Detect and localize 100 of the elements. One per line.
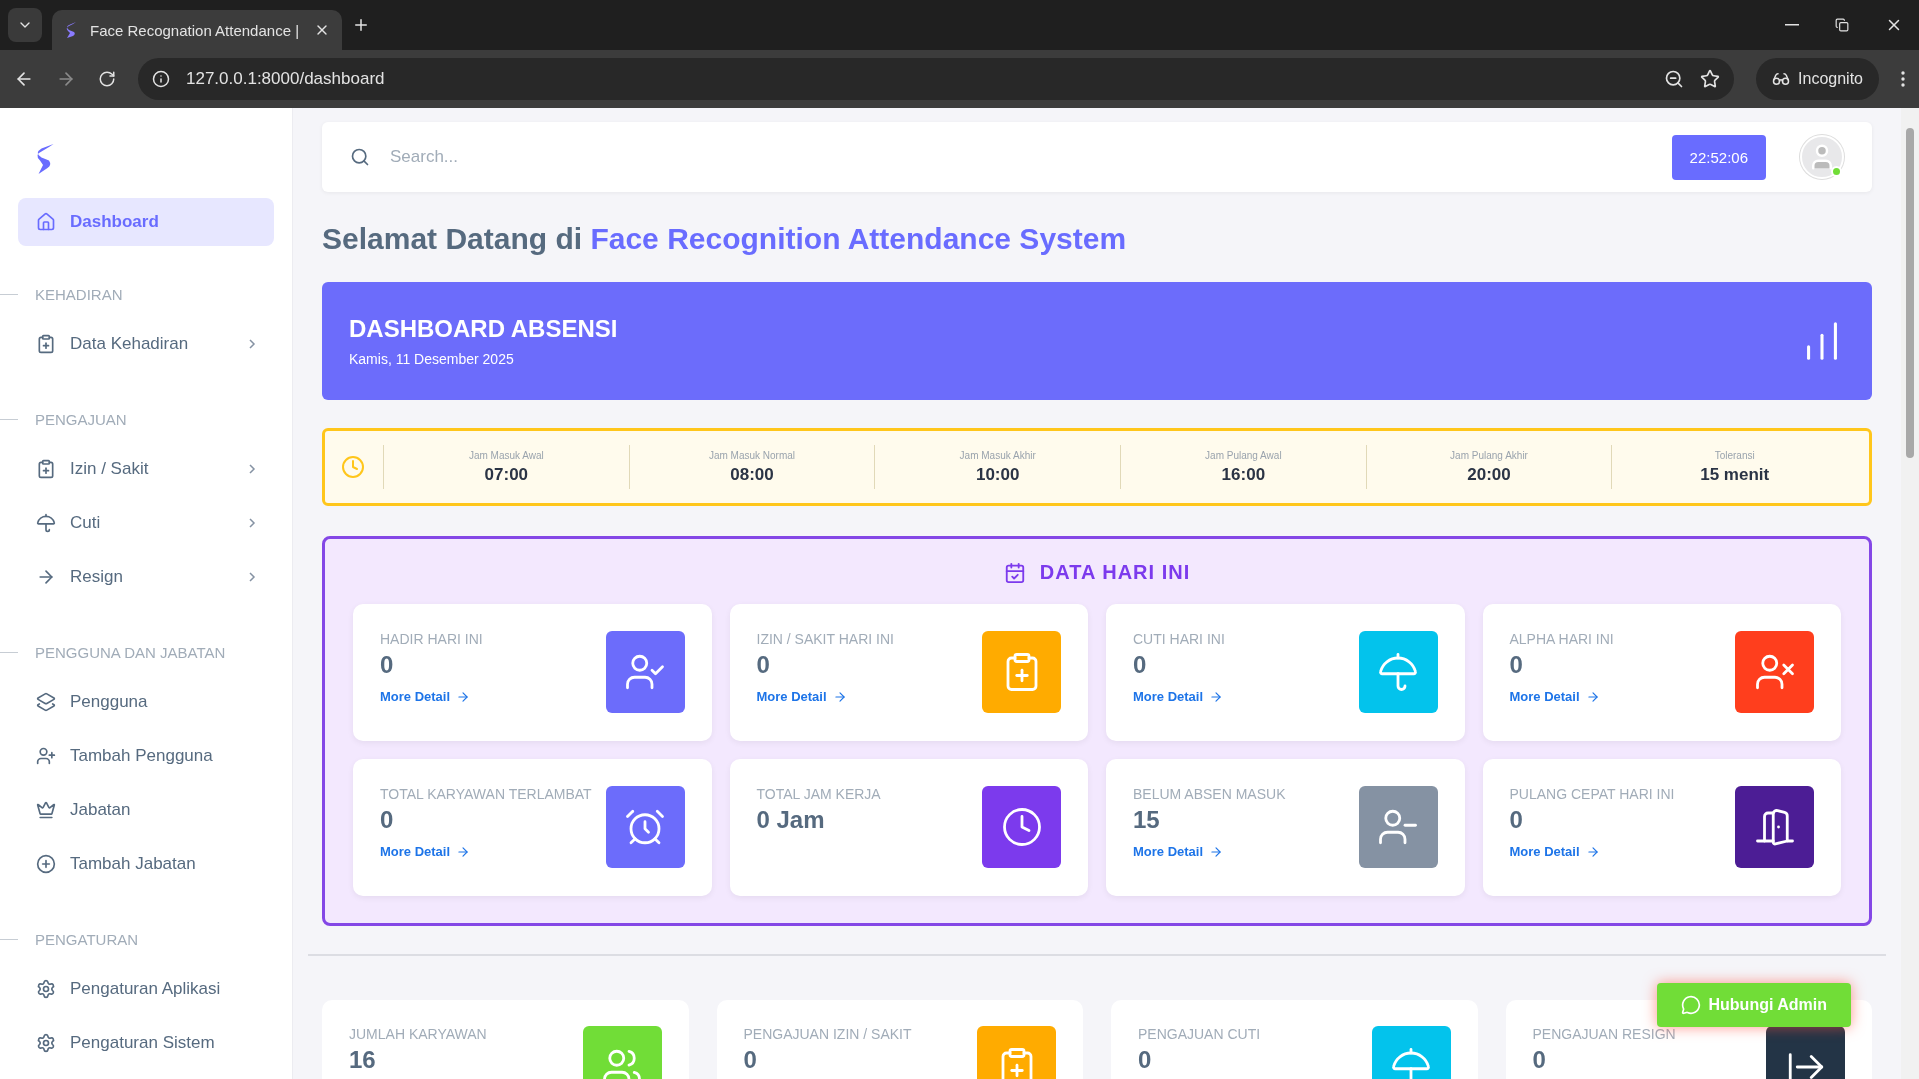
sidebar-item[interactable]: Dashboard (18, 198, 274, 246)
schedule-value: 20:00 (1466, 464, 1512, 485)
stat-label: IZIN / SAKIT HARI INI (756, 631, 895, 647)
panel-title: DATA HARI INI (1039, 561, 1191, 584)
stat-value: 15 (1133, 806, 1161, 834)
arrow-right-icon (832, 689, 847, 704)
sidebar-item[interactable]: Tambah Pengguna (18, 729, 274, 783)
scrollbar[interactable] (1901, 108, 1919, 1079)
section-heading: PENGAJUAN (35, 411, 127, 428)
schedule-value: 16:00 (1220, 464, 1267, 485)
more-detail-link[interactable]: More Detail (380, 844, 471, 859)
clock-icon (341, 455, 365, 479)
schedule-label: Jam Masuk Normal (707, 449, 797, 461)
plus-circle-icon (36, 854, 56, 874)
summary-label: PENGAJUAN RESIGN (1532, 1026, 1677, 1042)
arrow-right-icon (1585, 844, 1600, 859)
stat-value: 0 (1509, 651, 1524, 679)
info-icon (152, 70, 170, 88)
sidebar-item[interactable]: Jabatan (18, 783, 274, 837)
minimize-icon (1785, 24, 1799, 26)
summary-label: JUMLAH KARYAWAN (349, 1026, 488, 1042)
summary-label: PENGAJUAN IZIN / SAKIT (743, 1026, 913, 1042)
schedule-label: Jam Masuk Akhir (958, 449, 1037, 461)
more-detail-link[interactable]: More Detail (1509, 689, 1600, 704)
address-bar[interactable]: 127.0.0.1:8000/dashboard (138, 58, 1735, 100)
sidebar-item[interactable]: Data Kehadiran (18, 317, 274, 371)
stat-value: 0 (1133, 651, 1148, 679)
restore-icon (1835, 18, 1849, 32)
schedule-value: 15 menit (1699, 464, 1771, 485)
sidebar-item[interactable]: Pengaturan Aplikasi (18, 962, 274, 1016)
stat-label: CUTI HARI INI (1133, 631, 1226, 647)
sidebar-item[interactable]: Tambah Jabatan (18, 837, 274, 891)
schedule-value: 07:00 (483, 464, 530, 485)
arrow-right-icon (456, 689, 471, 704)
search-bar[interactable]: Search... 22:52:06 (322, 122, 1872, 192)
more-detail-link[interactable]: More Detail (1509, 844, 1600, 859)
more-detail-link[interactable]: More Detail (1133, 689, 1224, 704)
welcome-heading: Selamat Datang di Face Recognition Attendance System (322, 222, 1128, 256)
stat-label: TOTAL JAM KERJA (756, 786, 882, 802)
stat-value: 0 (380, 806, 395, 834)
schedule-label: Jam Pulang Awal (1204, 449, 1283, 461)
sidebar-item[interactable]: Resign (18, 550, 274, 604)
sidebar-item[interactable]: Cuti (18, 496, 274, 550)
url-text: 127.0.0.1:8000/dashboard (186, 69, 386, 89)
clipboard-plus-icon (36, 334, 56, 354)
stat-label: HADIR HARI INI (380, 631, 484, 647)
stat-value: 0 (380, 651, 395, 679)
clipboard-plus-icon (36, 459, 56, 479)
new-tab-icon (352, 16, 370, 34)
summary-value: 16 (349, 1046, 377, 1074)
summary-value: 0 (743, 1046, 758, 1074)
arrow-right-icon (1209, 689, 1224, 704)
summary-label: PENGAJUAN CUTI (1138, 1026, 1262, 1042)
stat-label: BELUM ABSEN MASUK (1133, 786, 1287, 802)
banner-date: Kamis, 11 Desember 2025 (349, 351, 515, 367)
sidebar-item[interactable]: Pengaturan Sistem (18, 1016, 274, 1070)
more-detail-link[interactable]: More Detail (1133, 844, 1224, 859)
schedule-value: 08:00 (729, 464, 775, 485)
umbrella-icon (36, 513, 56, 533)
menu-icon (1901, 71, 1905, 87)
tab-list-button[interactable] (8, 8, 42, 42)
schedule-label: Jam Masuk Awal (467, 449, 545, 461)
more-detail-link[interactable]: More Detail (756, 689, 847, 704)
stat-value: 0 (1509, 806, 1524, 834)
crown-icon (36, 800, 56, 820)
star-icon (1700, 69, 1721, 89)
stat-value: 0 Jam (756, 806, 826, 834)
user-plus-icon (36, 746, 56, 766)
schedule-value: 10:00 (974, 464, 1021, 485)
summary-value: 0 (1532, 1046, 1547, 1074)
home-icon (36, 212, 56, 232)
sidebar-item[interactable]: Pengguna (18, 675, 274, 729)
section-heading: PENGGUNA DAN JABATAN (35, 644, 226, 661)
calendar-check-icon (1003, 561, 1026, 584)
schedule-label: Toleransi (1713, 449, 1756, 461)
search-icon (350, 147, 370, 167)
arrow-right-icon (1585, 689, 1600, 704)
clock-badge: 22:52:06 (1671, 134, 1766, 180)
reload-icon (98, 70, 116, 88)
settings-icon (36, 979, 56, 999)
arrow-right-icon (456, 844, 471, 859)
zoom-icon (1664, 69, 1685, 89)
stat-label: PULANG CEPAT HARI INI (1509, 786, 1676, 802)
sidebar-item[interactable]: Izin / Sakit (18, 442, 274, 496)
browser-tab[interactable]: Face Recognation Attendance | (52, 10, 342, 50)
section-heading: KEHADIRAN (35, 286, 123, 303)
banner-title: DASHBOARD ABSENSI (349, 315, 619, 343)
user-avatar[interactable] (1800, 135, 1844, 179)
tab-title: Face Recognation Attendance | (90, 21, 301, 39)
stack-icon (36, 692, 56, 712)
stat-label: ALPHA HARI INI (1509, 631, 1615, 647)
incognito-chip[interactable]: Incognito (1756, 58, 1879, 100)
section-heading: PENGATURAN (35, 931, 139, 948)
schedule-label: Jam Pulang Akhir (1449, 449, 1529, 461)
stat-value: 0 (756, 651, 771, 679)
stat-label: TOTAL KARYAWAN TERLAMBAT (380, 786, 593, 802)
chat-icon (1680, 995, 1701, 1015)
arrow-right-icon (1209, 844, 1224, 859)
settings-icon (36, 1033, 56, 1053)
more-detail-link[interactable]: More Detail (380, 689, 471, 704)
